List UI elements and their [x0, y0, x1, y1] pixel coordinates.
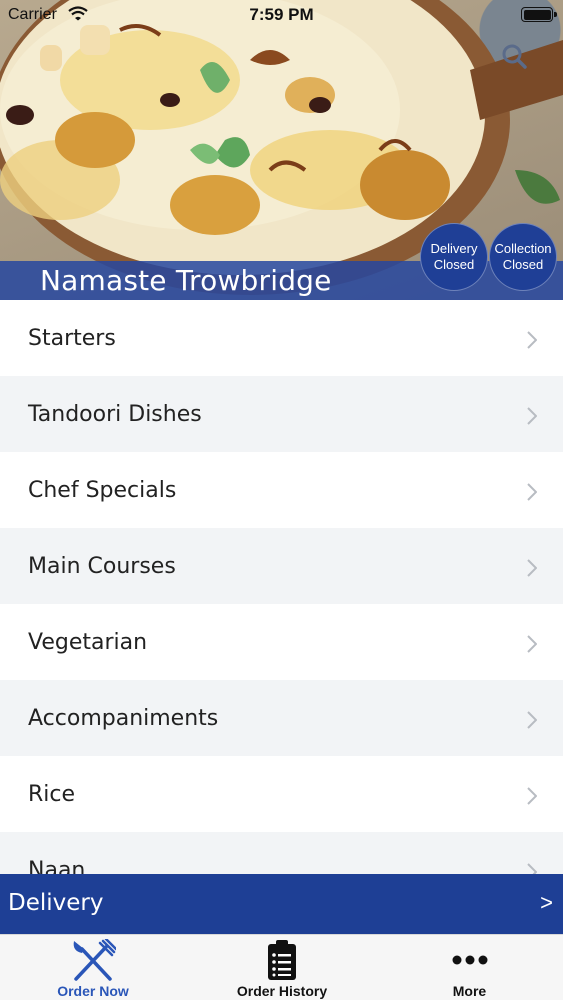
menu-category-rice[interactable]: Rice	[0, 756, 563, 832]
menu-category-starters[interactable]: Starters	[0, 300, 563, 376]
collection-status-state: Closed	[502, 257, 544, 272]
menu-category-vegetarian[interactable]: Vegetarian	[0, 604, 563, 680]
hero-banner: Carrier 7:59 PM Namaste Trowbridge Deliv…	[0, 0, 563, 300]
collection-status-badge: Collection Closed	[489, 223, 557, 291]
tab-label: Order History	[236, 983, 328, 999]
tab-bar: Order Now Order History More	[0, 934, 563, 1000]
chevron-right-icon	[527, 331, 537, 349]
chevron-right-icon	[527, 787, 537, 805]
menu-category-label: Naan	[28, 857, 86, 875]
chevron-right-icon	[527, 407, 537, 425]
collection-status-title: Collection	[494, 241, 552, 256]
delivery-status-badge: Delivery Closed	[420, 223, 488, 291]
tab-label: Order Now	[57, 983, 129, 999]
delivery-status-title: Delivery	[430, 241, 478, 256]
tab-more[interactable]: More	[376, 935, 563, 1000]
chevron-right-icon	[527, 711, 537, 729]
menu-category-label: Chef Specials	[28, 477, 177, 503]
chevron-right-icon	[527, 483, 537, 501]
tab-order-now[interactable]: Order Now	[0, 935, 186, 1000]
delivery-status-state: Closed	[433, 257, 475, 272]
menu-category-label: Rice	[28, 781, 76, 807]
menu-category-label: Tandoori Dishes	[28, 401, 202, 427]
clock: 7:59 PM	[249, 5, 314, 24]
restaurant-name: Namaste Trowbridge	[40, 264, 332, 297]
delivery-mode-label: Delivery	[8, 890, 104, 916]
menu-category-list[interactable]: Starters Tandoori Dishes Chef Specials M…	[0, 300, 563, 874]
tab-label: More	[452, 983, 487, 999]
menu-category-accompaniments[interactable]: Accompaniments	[0, 680, 563, 756]
menu-category-naan[interactable]: Naan	[0, 832, 563, 874]
chevron-right-icon	[527, 863, 537, 874]
menu-category-label: Main Courses	[28, 553, 176, 579]
chevron-right-icon	[527, 559, 537, 577]
menu-category-label: Starters	[28, 325, 116, 351]
more-dots-icon	[450, 939, 490, 986]
menu-category-label: Accompaniments	[28, 705, 219, 731]
delivery-mode-button[interactable]: Delivery >	[0, 874, 563, 934]
menu-category-tandoori-dishes[interactable]: Tandoori Dishes	[0, 376, 563, 452]
chevron-right-icon	[527, 635, 537, 653]
fork-knife-icon	[70, 937, 118, 986]
battery-icon	[521, 7, 557, 22]
tab-order-history[interactable]: Order History	[188, 935, 376, 1000]
status-bar: Carrier 7:59 PM	[0, 0, 563, 30]
clipboard-list-icon	[267, 939, 297, 986]
menu-category-label: Vegetarian	[28, 629, 148, 655]
chevron-right-icon: >	[540, 890, 553, 915]
search-icon[interactable]	[498, 40, 532, 74]
menu-category-main-courses[interactable]: Main Courses	[0, 528, 563, 604]
menu-category-chef-specials[interactable]: Chef Specials	[0, 452, 563, 528]
